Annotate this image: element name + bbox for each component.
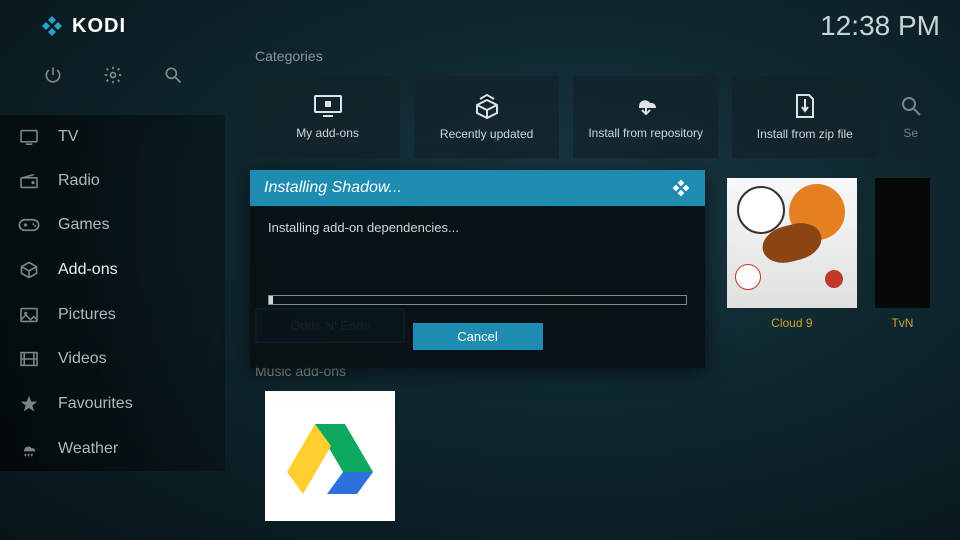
sidebar-item-tv[interactable]: TV: [0, 115, 225, 159]
open-box-icon: [472, 93, 502, 119]
sidebar-item-label: Games: [58, 216, 110, 234]
addon-cloud9[interactable]: Cloud 9: [723, 178, 861, 343]
addon-thumb: [727, 178, 857, 308]
addon-thumb: [875, 178, 930, 308]
addon-tvn[interactable]: TvN: [875, 178, 930, 343]
categories-row: My add-ons Recently updated Install from…: [255, 76, 930, 158]
gear-icon[interactable]: [103, 65, 123, 85]
sidebar-item-videos[interactable]: Videos: [0, 337, 225, 381]
category-my-addons[interactable]: My add-ons: [255, 76, 400, 158]
sidebar-item-label: Radio: [58, 172, 100, 190]
addon-thumb: [265, 391, 395, 521]
sidebar-item-label: Favourites: [58, 395, 133, 413]
sidebar-item-label: Pictures: [58, 306, 116, 324]
sidebar-item-favourites[interactable]: Favourites: [0, 381, 225, 427]
tv-icon: [18, 129, 40, 145]
sidebar-item-label: TV: [58, 128, 78, 146]
search-icon[interactable]: [163, 65, 183, 85]
app-logo: KODI: [40, 14, 126, 38]
gamepad-icon: [18, 218, 40, 232]
kodi-logo-icon: [671, 178, 691, 198]
sidebar-item-label: Weather: [58, 440, 118, 458]
dialog-message: Installing add-on dependencies...: [268, 220, 687, 235]
music-addons-row: [255, 391, 930, 521]
star-icon: [18, 394, 40, 414]
sidebar-item-label: Add-ons: [58, 261, 118, 279]
progress-fill: [269, 296, 273, 304]
sidebar-item-pictures[interactable]: Pictures: [0, 293, 225, 337]
category-label: Install from repository: [588, 126, 703, 140]
top-bar: KODI 12:38 PM: [0, 10, 960, 42]
dialog-title: Installing Shadow...: [264, 179, 402, 197]
dialog-body: Installing add-on dependencies... Cancel: [250, 206, 705, 368]
system-icons: [0, 65, 225, 85]
monitor-icon: [313, 94, 343, 118]
addon-label: Cloud 9: [771, 316, 812, 330]
category-install-zip[interactable]: Install from zip file: [732, 76, 877, 158]
sidebar-item-label: Videos: [58, 350, 107, 368]
radio-icon: [18, 173, 40, 189]
category-recently-updated[interactable]: Recently updated: [414, 76, 559, 158]
cloud-download-icon: [631, 94, 661, 118]
categories-heading: Categories: [255, 48, 930, 64]
image-icon: [18, 307, 40, 323]
category-search[interactable]: Se: [891, 76, 930, 158]
sidebar-item-weather[interactable]: Weather: [0, 427, 225, 471]
film-icon: [18, 351, 40, 367]
app-name: KODI: [72, 15, 126, 38]
sidebar: TV Radio Games Add-ons Pictures Videos F…: [0, 115, 225, 471]
addon-card[interactable]: [255, 391, 405, 521]
category-label: My add-ons: [296, 126, 359, 140]
zip-file-icon: [793, 93, 817, 119]
category-install-repo[interactable]: Install from repository: [573, 76, 718, 158]
drive-icon: [285, 416, 375, 496]
category-label: Se: [903, 126, 918, 140]
progress-bar: [268, 295, 687, 305]
sidebar-item-addons[interactable]: Add-ons: [0, 247, 225, 293]
weather-icon: [18, 441, 40, 457]
box-icon: [18, 260, 40, 280]
category-label: Recently updated: [440, 127, 533, 141]
sidebar-item-games[interactable]: Games: [0, 203, 225, 247]
dialog-header: Installing Shadow...: [250, 170, 705, 206]
addon-label: TvN: [891, 316, 913, 330]
sidebar-item-radio[interactable]: Radio: [0, 159, 225, 203]
search-icon: [899, 94, 923, 118]
cancel-button[interactable]: Cancel: [413, 323, 543, 350]
install-dialog: Installing Shadow... Installing add-on d…: [250, 170, 705, 368]
clock: 12:38 PM: [820, 10, 940, 42]
power-icon[interactable]: [43, 65, 63, 85]
kodi-logo-icon: [40, 14, 64, 38]
category-label: Install from zip file: [757, 127, 853, 141]
